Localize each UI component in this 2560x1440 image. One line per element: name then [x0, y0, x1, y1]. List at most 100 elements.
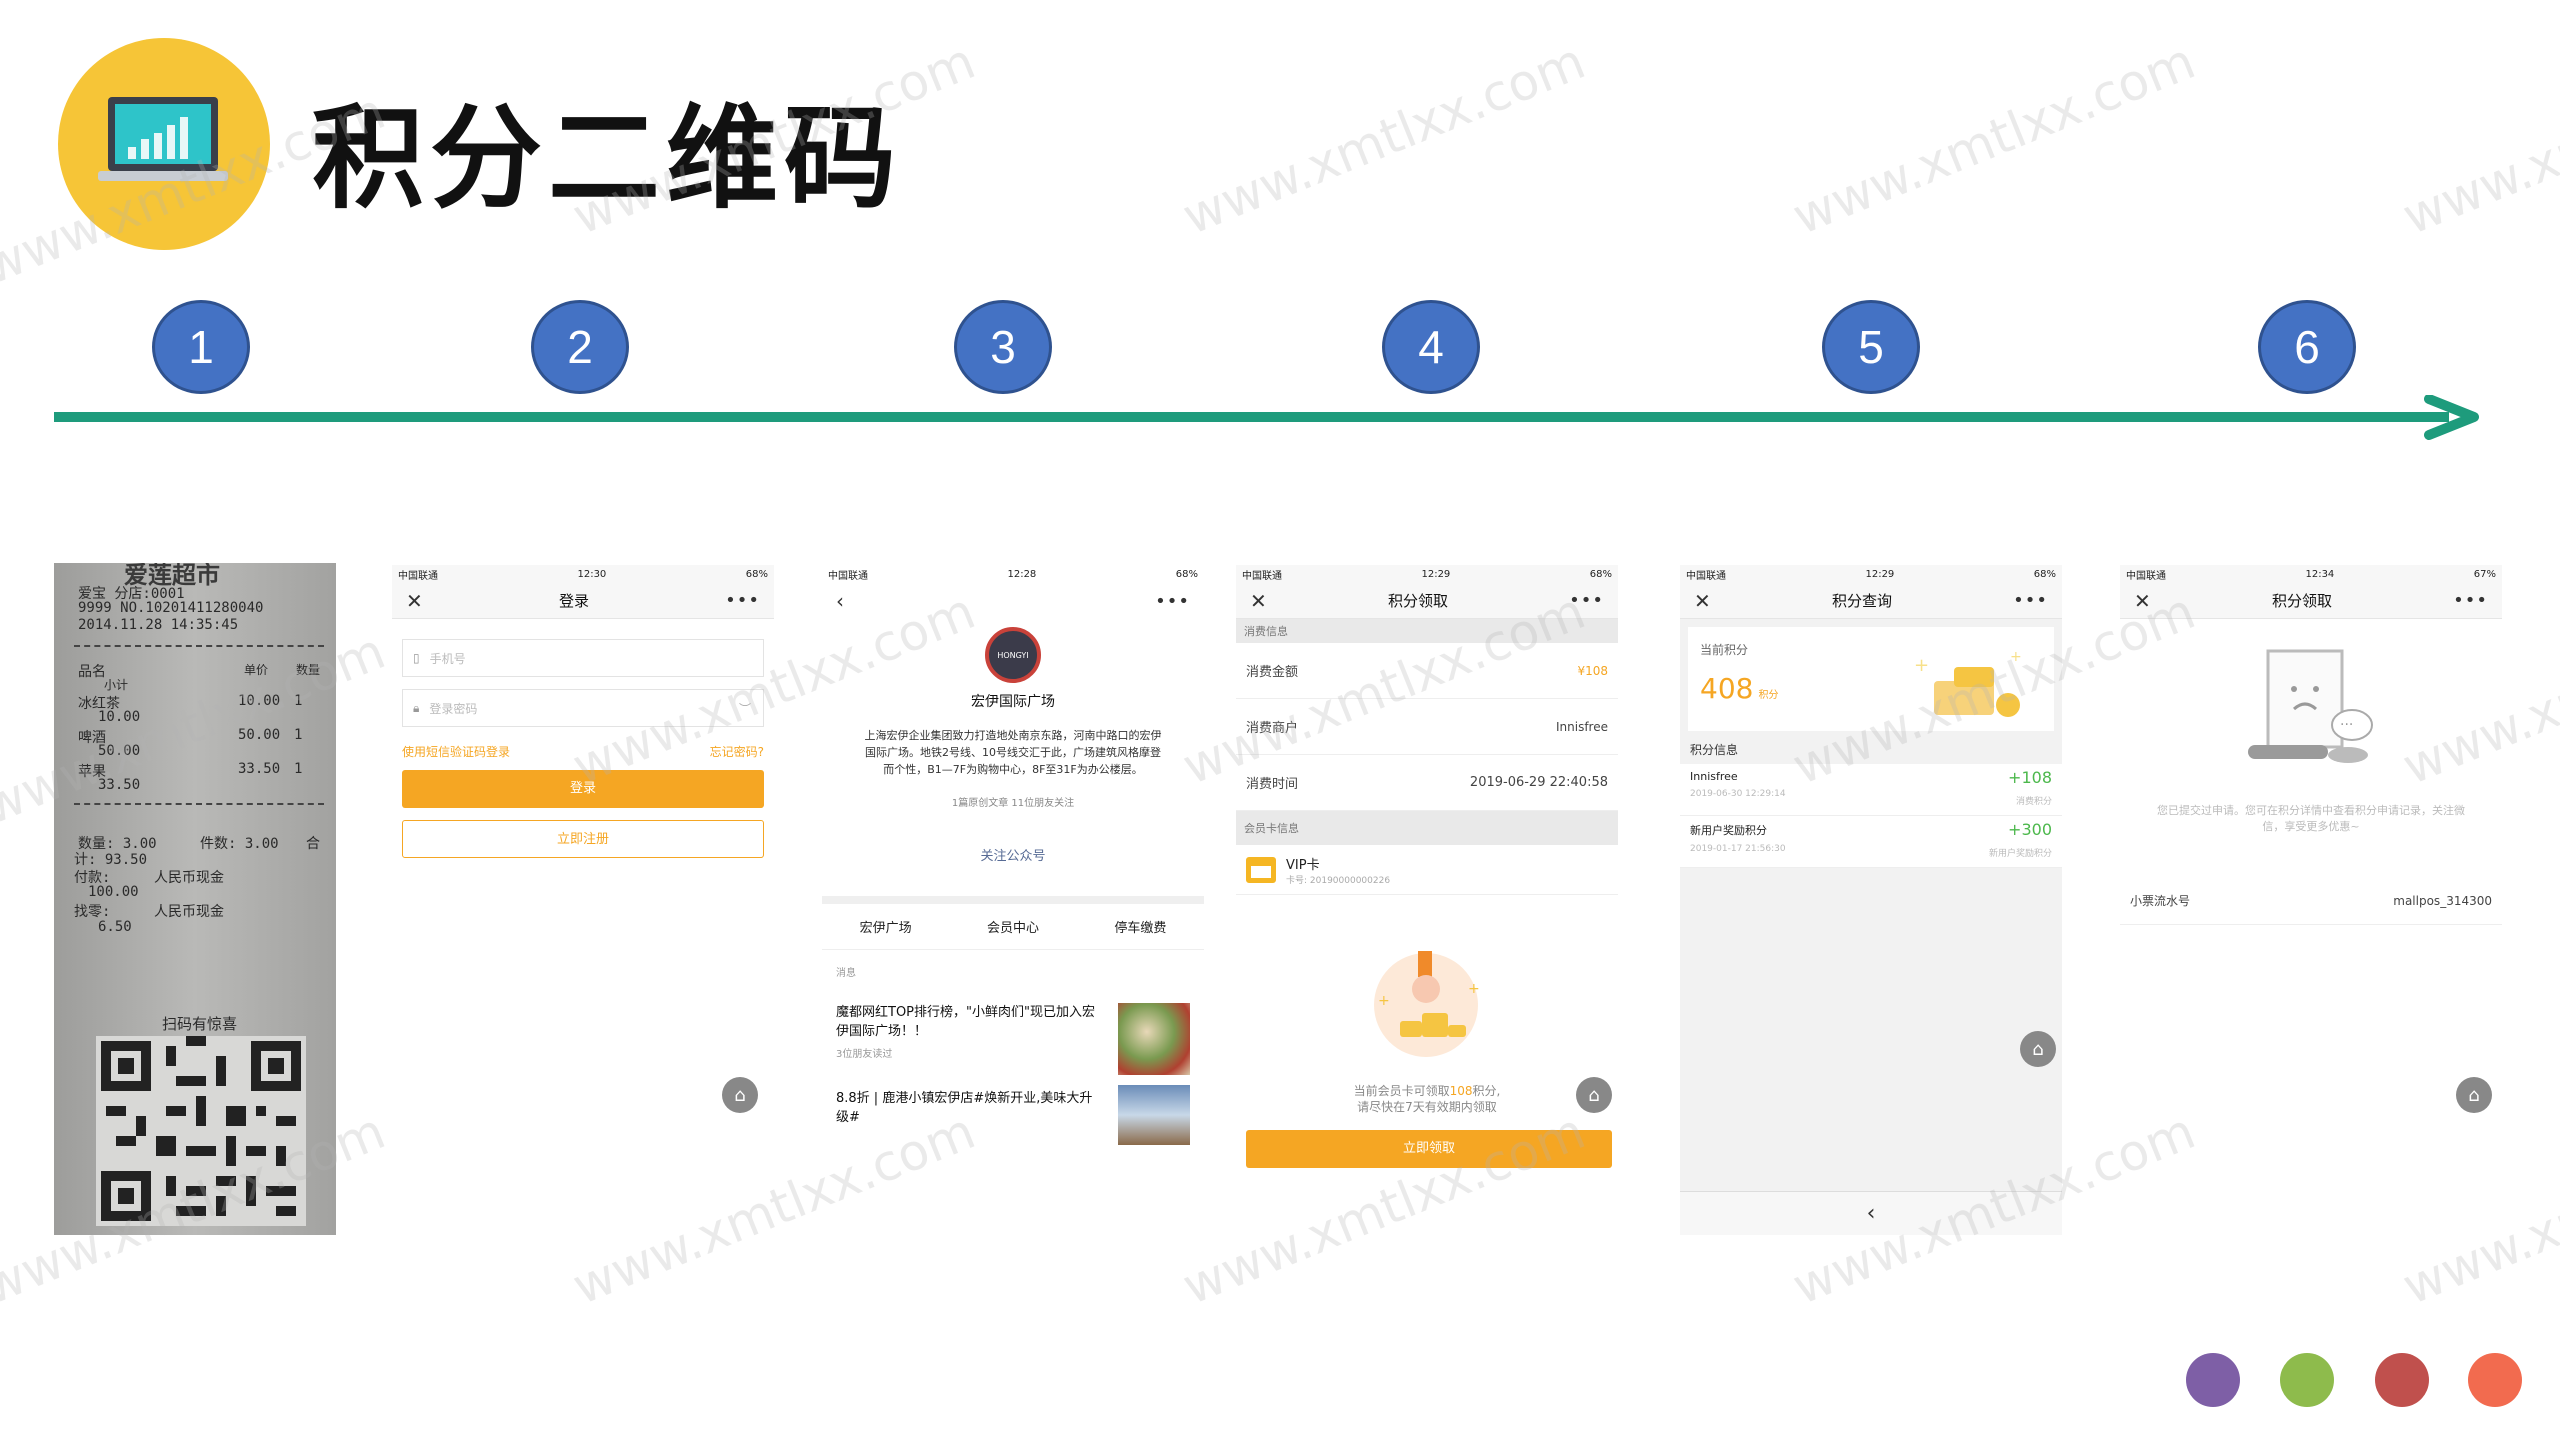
nav-bar: ‹ ••• — [822, 583, 1204, 619]
receipt-change-amount: 6.50 — [98, 919, 132, 935]
serial-row: 小票流水号 mallpos_314300 — [2120, 877, 2502, 925]
time-label: 消费时间 — [1246, 777, 1299, 792]
record-points: +300 — [2008, 820, 2052, 839]
watermark: www.xmtlxx.com — [2394, 32, 2560, 246]
close-icon[interactable]: ✕ — [2134, 589, 2151, 613]
register-button[interactable]: 立即注册 — [402, 820, 764, 858]
receipt-change-method: 人民币现金 — [154, 904, 224, 920]
receipt-scan-text: 扫码有惊喜 — [162, 1015, 238, 1033]
claim-button[interactable]: 立即领取 — [1246, 1130, 1612, 1168]
decor-dot-purple — [2186, 1353, 2240, 1407]
close-icon[interactable]: ✕ — [1694, 589, 1711, 613]
current-points-unit: 积分 — [1758, 690, 1779, 701]
more-icon[interactable]: ••• — [1155, 591, 1190, 612]
step-3: 3 — [954, 300, 1052, 394]
clock: 12:29 — [1421, 568, 1451, 580]
phone-icon: ▯ — [413, 651, 420, 665]
home-icon[interactable]: ⌂ — [722, 1077, 758, 1113]
more-icon[interactable]: ••• — [725, 590, 760, 611]
nav-title: 登录 — [558, 592, 589, 610]
login-button[interactable]: 登录 — [402, 770, 764, 808]
receipt-divider — [74, 803, 324, 805]
receipt-item-subtotal: 50.00 — [98, 743, 141, 759]
timeline-arrow — [54, 395, 2479, 440]
more-icon[interactable]: ••• — [2013, 590, 2048, 611]
nav-bar: ✕ 积分领取 ••• — [1236, 583, 1618, 619]
phone-field[interactable]: ▯ 手机号 — [402, 639, 764, 677]
eye-icon[interactable]: ︶ — [739, 700, 751, 717]
article-item[interactable]: 魔都网红TOP排行榜，"小鲜肉们"现已加入宏伊国际广场！！ 3位朋友读过 — [822, 979, 1204, 1075]
page-title: 积分二维码 — [312, 94, 902, 224]
decor-dot-red — [2375, 1353, 2429, 1407]
record-points: +108 — [2008, 768, 2052, 787]
back-icon[interactable]: ‹ — [1867, 1201, 1876, 1226]
follow-link[interactable]: 关注公众号 — [822, 845, 1204, 864]
receipt-item-subtotal: 33.50 — [98, 777, 141, 793]
status-bar: 中国联通 12:29 68% — [1680, 565, 2062, 583]
article-thumbnail — [1118, 1085, 1190, 1145]
carrier: 中国联通 — [1242, 570, 1282, 582]
applied-message: 您已提交过申请。您可在积分详情中查看积分申请记录，关注微信，享受更多优惠~ — [2157, 804, 2465, 833]
step-4: 4 — [1382, 300, 1480, 394]
merchant-row: 消费商户 Innisfree — [1236, 699, 1618, 755]
points-card: 当前积分 408 积分 + + — [1688, 627, 2054, 731]
password-field[interactable]: 🔒︎ 登录密码 ︶ — [402, 689, 764, 727]
more-icon[interactable]: ••• — [1569, 590, 1604, 611]
menu-parking[interactable]: 停车缴费 — [1114, 917, 1166, 936]
carrier: 中国联通 — [828, 570, 868, 582]
forgot-password-link[interactable]: 忘记密码? — [710, 743, 764, 760]
svg-text:+: + — [1378, 993, 1390, 1009]
battery: 68% — [1589, 568, 1612, 580]
receipt-col-name: 品名 — [78, 664, 106, 680]
amount-row: 消费金额 ¥108 — [1236, 643, 1618, 699]
svg-text:+: + — [1468, 981, 1480, 997]
merchant-label: 消费商户 — [1246, 721, 1299, 736]
back-icon[interactable]: ‹ — [836, 589, 844, 613]
receipt-item-subtotal: 10.00 — [98, 709, 141, 725]
receipt-col-qty: 数量 — [296, 663, 321, 677]
password-placeholder: 登录密码 — [429, 701, 478, 716]
notice-text-b: 积分, — [1472, 1084, 1501, 1098]
nav-title: 积分领取 — [2271, 592, 2332, 610]
receipt-paid-method: 人民币现金 — [154, 870, 224, 886]
status-bar: 中国联通 12:28 68% — [822, 565, 1204, 583]
clock: 12:30 — [577, 568, 607, 580]
coins-icon: + + — [1374, 951, 1480, 1057]
carrier: 中国联通 — [2126, 570, 2166, 582]
svg-text:···: ··· — [2340, 717, 2353, 733]
close-icon[interactable]: ✕ — [1250, 589, 1267, 613]
account-name: 宏伊国际广场 — [971, 694, 1055, 710]
carrier: 中国联通 — [398, 570, 438, 582]
status-bar: 中国联通 12:30 68% — [392, 565, 774, 583]
screen-points-claim: 中国联通 12:29 68% ✕ 积分领取 ••• 消费信息 消费金额 ¥108… — [1236, 565, 1618, 1235]
receipt-item-qty: 1 — [294, 761, 303, 777]
time-row: 消费时间 2019-06-29 22:40:58 — [1236, 755, 1618, 811]
vip-card-row[interactable]: VIP卡 卡号: 20190000000226 — [1236, 845, 1618, 895]
notice-line2: 请尽快在7天有效期内领取 — [1357, 1100, 1497, 1114]
close-icon[interactable]: ✕ — [406, 589, 423, 613]
amount-value: ¥108 — [1577, 663, 1608, 678]
section-header: 消费信息 — [1236, 619, 1618, 643]
account-stats: 1篇原创文章 11位朋友关注 — [951, 798, 1075, 809]
phone-placeholder: 手机号 — [429, 651, 466, 666]
record-row: Innisfree 2019-06-30 12:29:14 +108 消费积分 — [1680, 764, 2062, 816]
home-icon[interactable]: ⌂ — [1576, 1077, 1612, 1113]
receipt-total-mark: 合 — [306, 836, 320, 852]
menu-member[interactable]: 会员中心 — [987, 917, 1039, 936]
receipt-date: 2014.11.28 14:35:45 — [78, 617, 239, 633]
article-meta: 3位朋友读过 — [836, 1049, 893, 1060]
more-icon[interactable]: ••• — [2453, 590, 2488, 611]
menu-plaza[interactable]: 宏伊广场 — [860, 917, 912, 936]
notice-text-a: 当前会员卡可领取 — [1353, 1084, 1450, 1098]
screen-login: 中国联通 12:30 68% ✕ 登录 ••• ▯ 手机号 🔒︎ 登录密码 ︶ … — [392, 565, 774, 1235]
merchant-value: Innisfree — [1556, 719, 1608, 734]
receipt-col-subtotal: 小计 — [104, 678, 129, 692]
laptop-chart-icon — [98, 97, 228, 181]
step-5: 5 — [1822, 300, 1920, 394]
section-header: 会员卡信息 — [1236, 811, 1618, 845]
home-icon[interactable]: ⌂ — [2456, 1077, 2492, 1113]
home-icon[interactable]: ⌂ — [2020, 1031, 2056, 1067]
sms-login-link[interactable]: 使用短信验证码登录 — [402, 743, 510, 760]
article-item[interactable]: 8.8折 | 鹿港小镇宏伊店#焕新开业,美味大升级# — [822, 1069, 1204, 1145]
account-logo-text: HONGYI — [997, 650, 1029, 660]
